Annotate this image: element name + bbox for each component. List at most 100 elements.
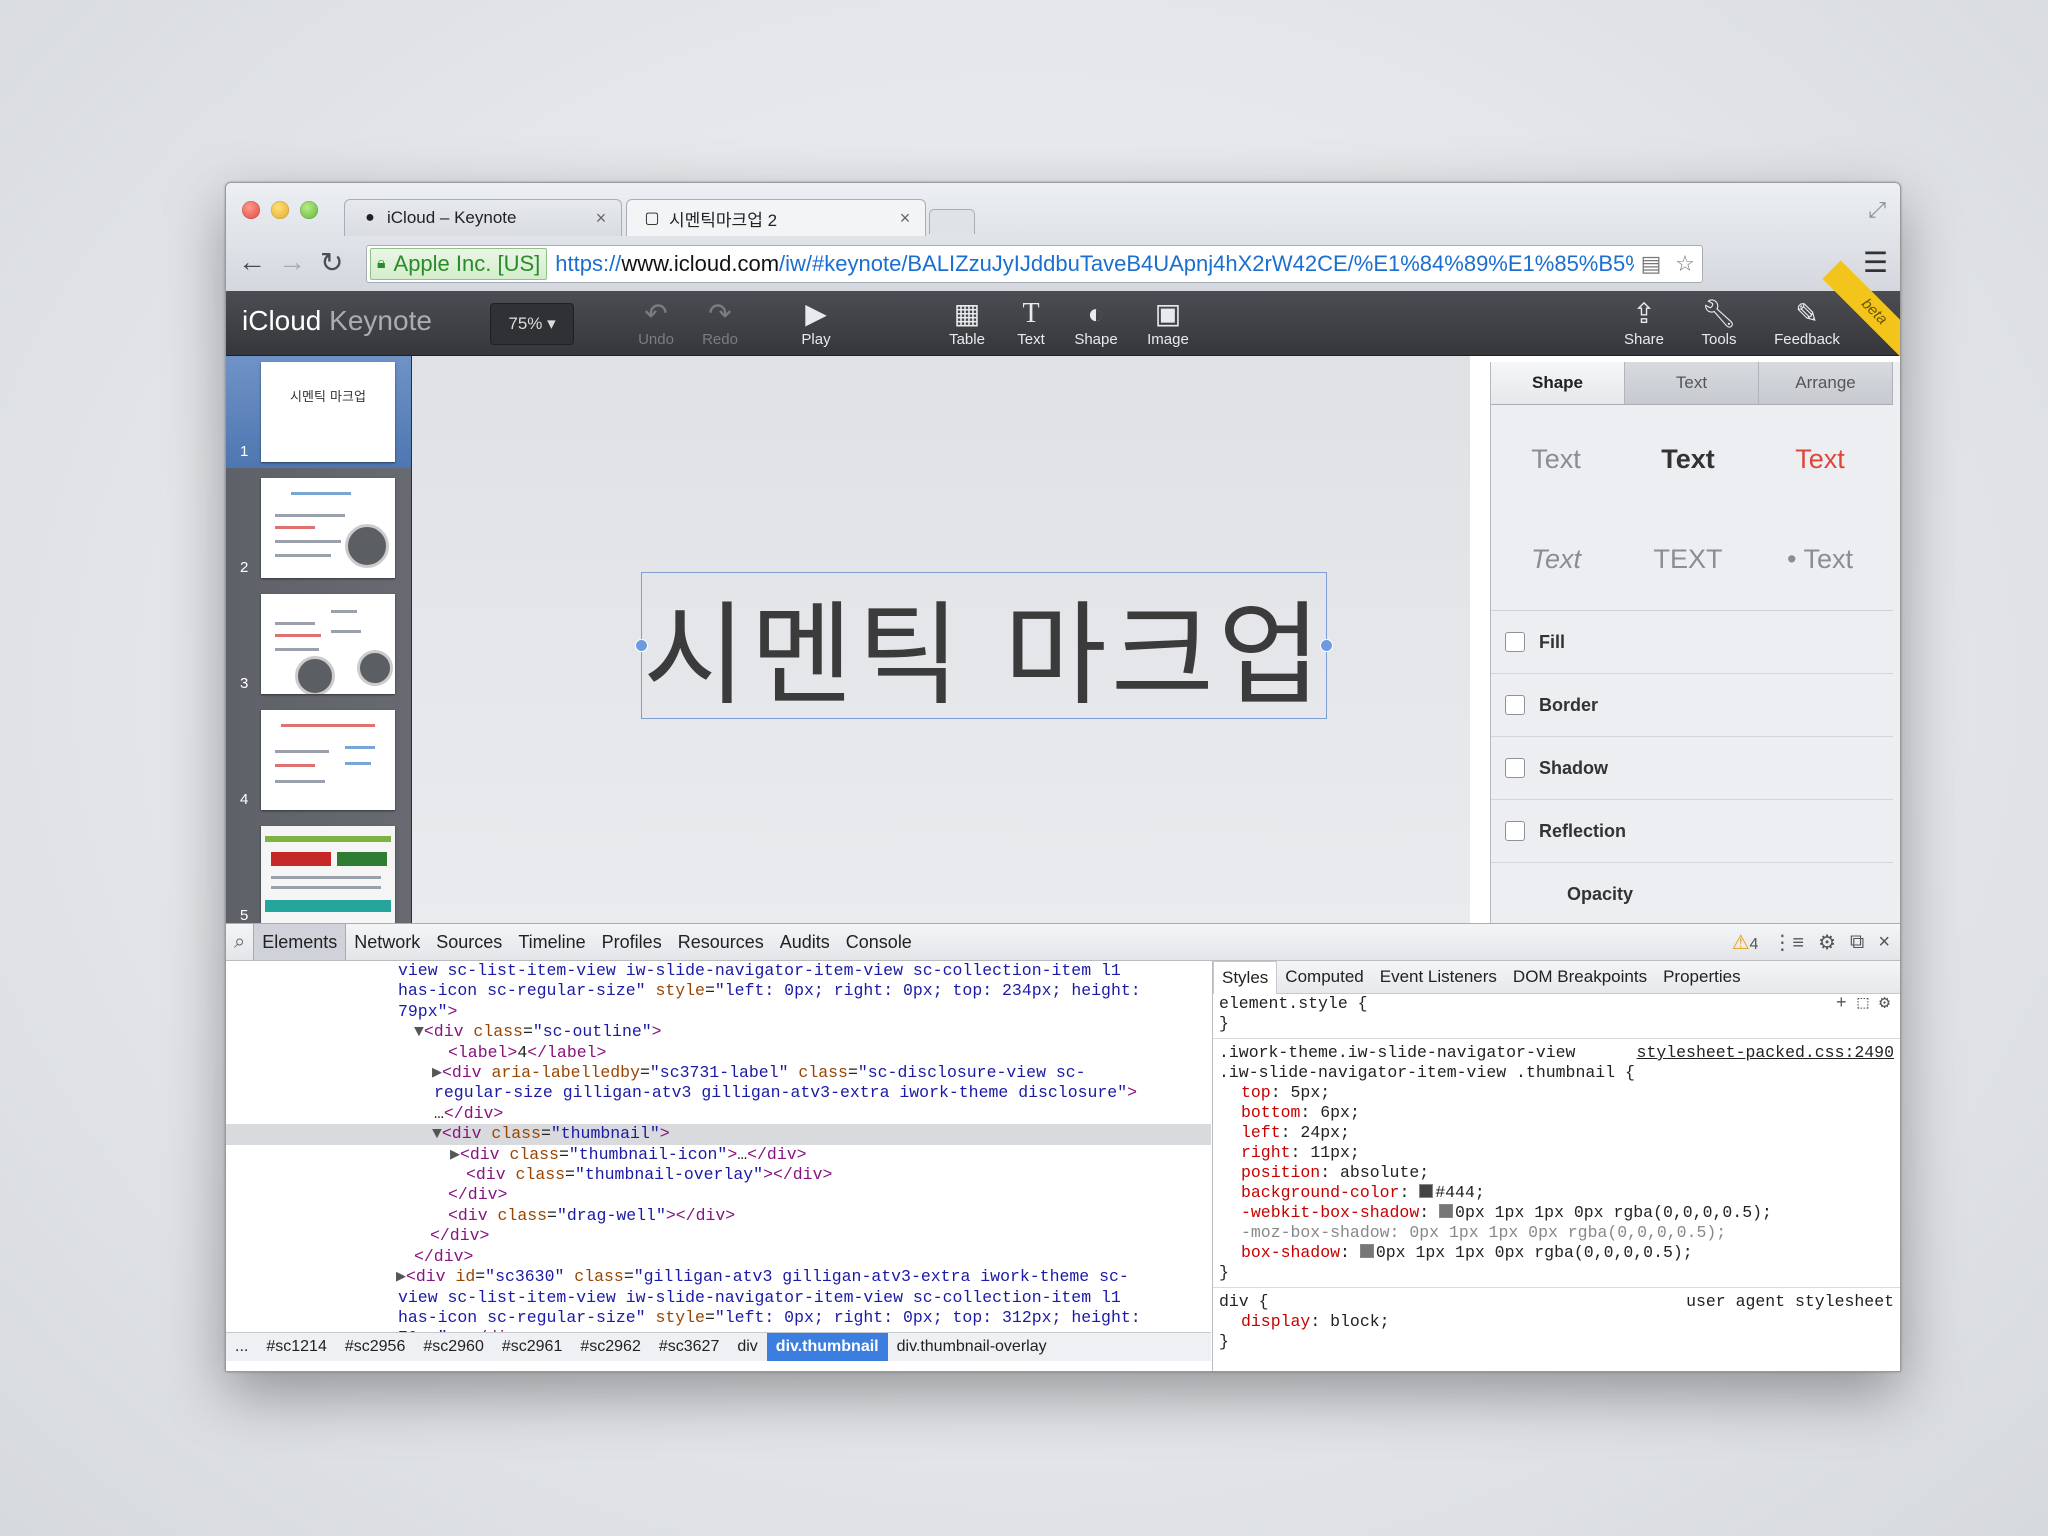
warnings-badge[interactable]: ⚠4 [1732, 930, 1759, 955]
dock-icon[interactable]: ⧉ [1850, 931, 1864, 954]
slide-title-textbox[interactable]: 시멘틱 마크업 [635, 572, 1333, 721]
css-property[interactable]: box-shadow: 0px 1px 1px 0px rgba(0,0,0,0… [1213, 1243, 1900, 1263]
ua-rule-selector[interactable]: div {user agent stylesheet [1213, 1292, 1900, 1312]
style-preset-caps[interactable]: TEXT [1623, 544, 1753, 575]
dom-line[interactable]: ▶<div id="sc3630" class="gilligan-atv3 g… [226, 1267, 1211, 1287]
feedback-button[interactable]: ✎ Feedback [1762, 297, 1852, 353]
dom-line[interactable]: ▶<div aria-labelledby="sc3731-label" cla… [226, 1063, 1211, 1083]
zoom-window-button[interactable] [300, 201, 318, 219]
tab-profiles[interactable]: Profiles [594, 924, 670, 960]
tab-shape[interactable]: Shape [1491, 362, 1625, 404]
css-property[interactable]: right: 11px; [1213, 1143, 1900, 1163]
dom-line-selected[interactable]: ▼<div class="thumbnail"> [226, 1124, 1211, 1145]
dom-line[interactable]: <div class="drag-well"></div> [226, 1206, 1211, 1226]
css-property[interactable]: top: 5px; [1213, 1083, 1900, 1103]
breadcrumb-item[interactable]: ... [226, 1333, 257, 1361]
tab-sources[interactable]: Sources [428, 924, 510, 960]
css-property-overridden[interactable]: -moz-box-shadow: 0px 1px 1px 0px rgba(0,… [1213, 1223, 1900, 1243]
tab-icloud-keynote[interactable]: ● iCloud – Keynote × [344, 199, 622, 236]
address-bar[interactable]: 🔒︎ Apple Inc. [US] https://www.icloud.co… [366, 245, 1703, 283]
tab-semantic-markup[interactable]: ▢ 시멘틱마크업 2 × [626, 199, 926, 236]
breadcrumb-item[interactable]: #sc3627 [650, 1333, 729, 1361]
opacity-option[interactable]: Opacity [1491, 863, 1893, 925]
search-icon[interactable]: ⌕ [226, 924, 253, 960]
slide-thumbnail-1[interactable]: 시멘틱 마크업 1 [226, 356, 411, 468]
dom-line[interactable]: ▶<div class="thumbnail-icon">…</div> [226, 1145, 1211, 1165]
undo-button[interactable]: ↶ Undo [620, 297, 692, 353]
fill-checkbox[interactable] [1505, 632, 1525, 652]
fill-option[interactable]: Fill [1491, 611, 1893, 674]
breadcrumb-item-selected[interactable]: div.thumbnail [766, 1333, 888, 1361]
tab-styles[interactable]: Styles [1213, 961, 1278, 994]
shape-button[interactable]: ◐ Shape [1060, 297, 1132, 353]
css-property[interactable]: left: 24px; [1213, 1123, 1900, 1143]
dom-line[interactable]: <label>4</label> [226, 1043, 1211, 1063]
tab-console[interactable]: Console [838, 924, 920, 960]
breadcrumb-item[interactable]: #sc2961 [493, 1333, 572, 1361]
tab-network[interactable]: Network [346, 924, 428, 960]
reload-icon[interactable]: ↻ [320, 246, 343, 279]
tab-timeline[interactable]: Timeline [510, 924, 593, 960]
color-swatch[interactable] [1419, 1184, 1434, 1198]
style-preset-plain[interactable]: Text [1491, 444, 1621, 475]
bookmark-star-icon[interactable]: ☆ [1668, 251, 1702, 277]
tab-computed[interactable]: Computed [1277, 961, 1371, 993]
fullscreen-icon[interactable]: ⤢ [1868, 197, 1886, 223]
css-property[interactable]: bottom: 6px; [1213, 1103, 1900, 1123]
color-swatch[interactable] [1439, 1204, 1454, 1218]
tab-audits[interactable]: Audits [772, 924, 838, 960]
slide-thumbnail-2[interactable]: 2 [226, 472, 411, 584]
breadcrumb-item[interactable]: #sc1214 [257, 1333, 336, 1361]
shadow-checkbox[interactable] [1505, 758, 1525, 778]
css-property[interactable]: display: block; [1213, 1312, 1900, 1332]
breadcrumb-item[interactable]: #sc2962 [571, 1333, 650, 1361]
close-tab-icon[interactable]: × [589, 208, 613, 229]
border-checkbox[interactable] [1505, 695, 1525, 715]
dom-line[interactable]: ▼<div class="sc-outline"> [226, 1022, 1211, 1042]
url-text[interactable]: https://www.icloud.com/iw/#keynote/BALIZ… [555, 251, 1634, 277]
breadcrumb-item[interactable]: div.thumbnail-overlay [888, 1333, 1056, 1361]
page-action-icon[interactable]: ▤ [1634, 251, 1668, 277]
forward-icon[interactable]: → [278, 246, 306, 278]
text-button[interactable]: T Text [995, 297, 1067, 353]
ev-certificate-badge[interactable]: 🔒︎ Apple Inc. [US] [370, 248, 548, 280]
css-property[interactable]: -webkit-box-shadow: 0px 1px 1px 0px rgba… [1213, 1203, 1900, 1223]
tab-properties[interactable]: Properties [1655, 961, 1748, 993]
breadcrumb-item[interactable]: div [728, 1333, 766, 1361]
reflection-option[interactable]: Reflection [1491, 800, 1893, 863]
dom-line[interactable]: <div class="thumbnail-overlay"></div> [226, 1165, 1211, 1185]
dom-tree[interactable]: view sc-list-item-view iw-slide-navigato… [226, 961, 1211, 1346]
color-swatch[interactable] [1359, 1244, 1374, 1258]
minimize-window-button[interactable] [271, 201, 289, 219]
gear-icon[interactable]: ⚙ [1818, 930, 1836, 955]
close-icon[interactable]: × [1878, 931, 1890, 954]
shadow-option[interactable]: Shadow [1491, 737, 1893, 800]
styles-rules[interactable]: element.style {+ ⬚ ⚙ } .iwork-theme.iw-s… [1213, 994, 1900, 1352]
table-button[interactable]: ▦ Table [931, 297, 1003, 353]
slide-thumbnail-3[interactable]: 3 [226, 588, 411, 700]
resize-handle-right[interactable] [1320, 639, 1333, 652]
breadcrumb-item[interactable]: #sc2956 [336, 1333, 415, 1361]
slide-canvas[interactable]: 시멘틱 마크업 [412, 356, 1470, 923]
breadcrumb-item[interactable]: #sc2960 [414, 1333, 493, 1361]
tab-elements[interactable]: Elements [253, 924, 347, 960]
rule-source-link[interactable]: stylesheet-packed.css:2490 [1637, 1043, 1894, 1063]
tab-event-listeners[interactable]: Event Listeners [1372, 961, 1505, 993]
style-preset-italic[interactable]: Text [1491, 544, 1621, 575]
play-button[interactable]: ▶ Play [780, 297, 852, 353]
browser-menu-icon[interactable]: ☰ [1863, 246, 1888, 279]
rule-selector[interactable]: .iw-slide-navigator-item-view .thumbnail… [1213, 1063, 1900, 1083]
tab-arrange[interactable]: Arrange [1759, 362, 1893, 404]
tab-resources[interactable]: Resources [670, 924, 772, 960]
tools-button[interactable]: 🔧︎ Tools [1683, 297, 1755, 353]
slide-thumbnail-5[interactable]: 5 [226, 820, 411, 932]
resize-handle-left[interactable] [635, 639, 648, 652]
style-actions[interactable]: + ⬚ ⚙ [1836, 994, 1890, 1014]
close-window-button[interactable] [242, 201, 260, 219]
style-preset-bullet[interactable]: • Text [1755, 544, 1885, 575]
close-tab-icon[interactable]: × [893, 208, 917, 229]
slide-title-text[interactable]: 시멘틱 마크업 [643, 565, 1325, 727]
share-button[interactable]: ⇪ Share [1608, 297, 1680, 353]
tab-dom-breakpoints[interactable]: DOM Breakpoints [1505, 961, 1655, 993]
style-preset-red[interactable]: Text [1755, 444, 1885, 475]
